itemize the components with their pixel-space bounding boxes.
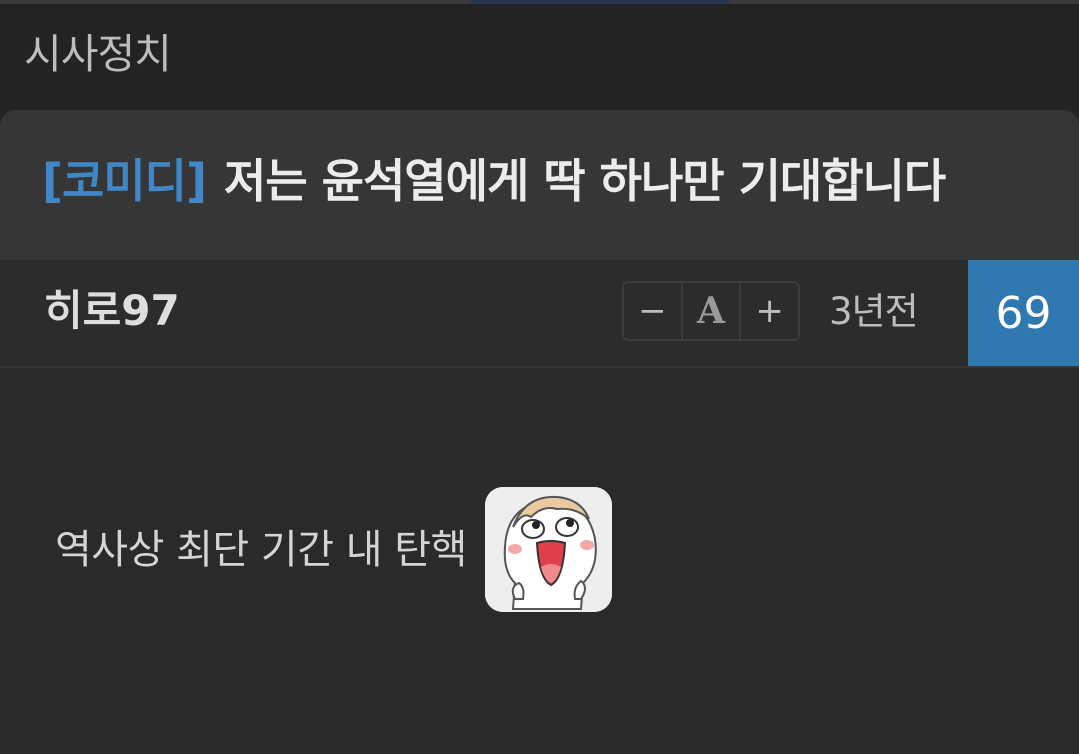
post-time: 3년전 xyxy=(829,290,919,333)
font-decrease-button[interactable]: − xyxy=(624,283,681,339)
post-header: [코미디] 저는 윤석열에게 딱 하나만 기대합니다 xyxy=(0,110,1079,260)
font-size-controls: − A + xyxy=(622,281,800,341)
category-title: 시사정치 xyxy=(24,30,172,78)
post-body: 역사상 최단 기간 내 탄핵 xyxy=(55,487,612,612)
font-reset-button[interactable]: A xyxy=(680,283,740,339)
post-title-text: 저는 윤석열에게 딱 하나만 기대합니다 xyxy=(224,154,946,208)
post-body-text: 역사상 최단 기간 내 탄핵 xyxy=(55,526,467,573)
font-increase-button[interactable]: + xyxy=(739,283,798,339)
comment-count-badge[interactable]: 69 xyxy=(968,260,1079,366)
post-card: [코미디] 저는 윤석열에게 딱 하나만 기대합니다 히로97 − A + 3년전… xyxy=(0,110,1079,754)
author-name[interactable]: 히로97 xyxy=(44,286,180,336)
laughing-emoticon-icon xyxy=(484,487,612,612)
post-meta-bar: 히로97 − A + 3년전 69 xyxy=(0,260,1079,368)
post-category-tag[interactable]: [코미디] xyxy=(42,154,207,208)
post-title: [코미디] 저는 윤석열에게 딱 하나만 기대합니다 xyxy=(42,154,946,209)
top-image-strip xyxy=(0,0,1079,4)
